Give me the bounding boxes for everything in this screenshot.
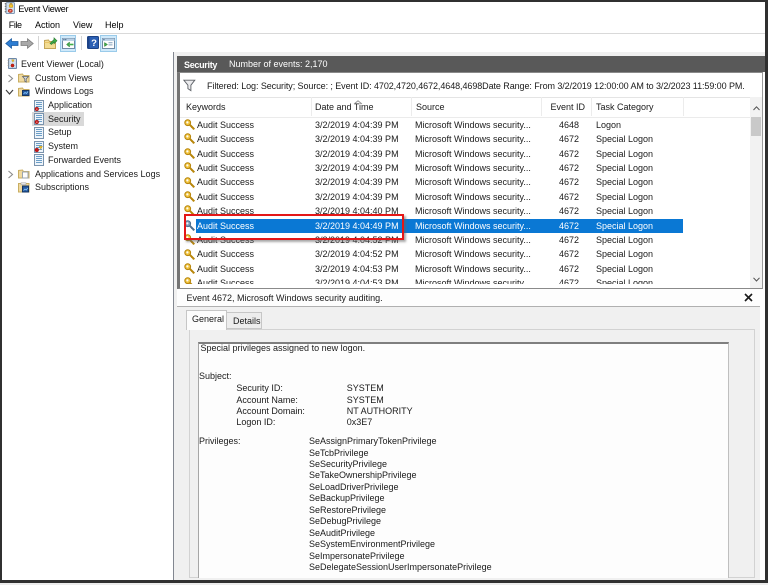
svg-text:?: ? (91, 38, 97, 49)
